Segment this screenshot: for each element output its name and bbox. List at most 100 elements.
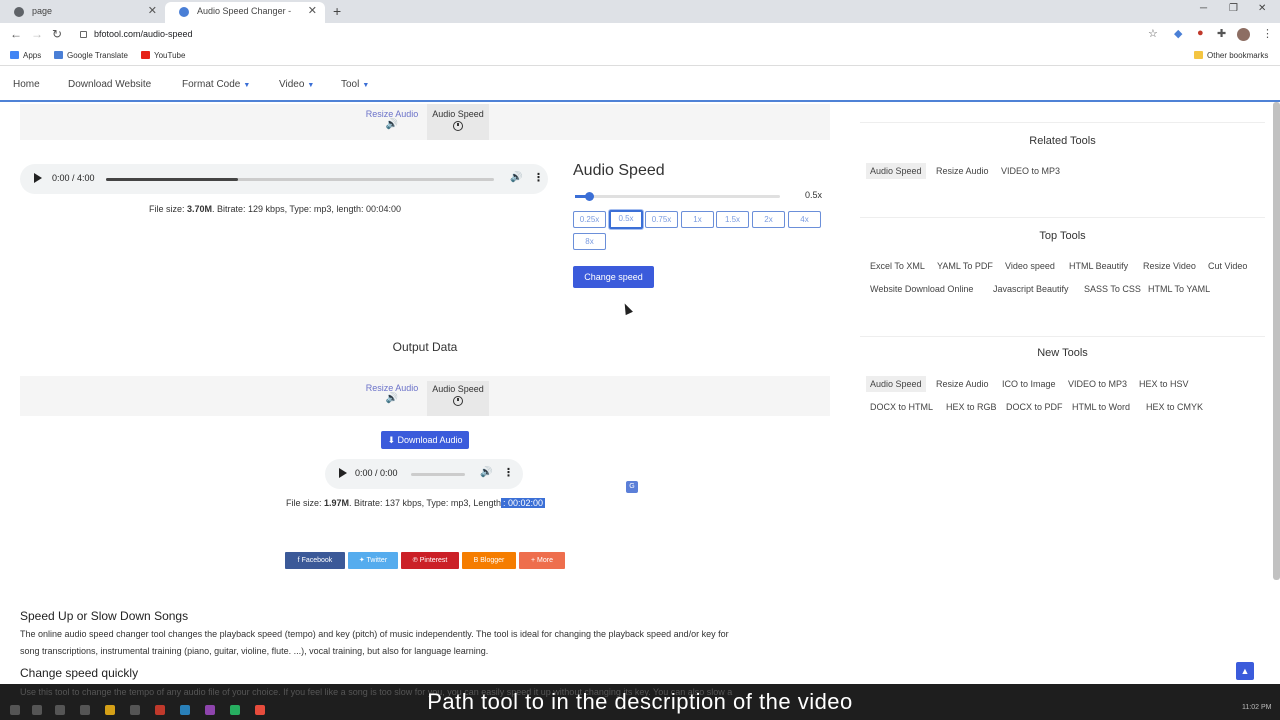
back-icon[interactable]: ← — [10, 27, 22, 41]
audio-speed-tab[interactable]: Audio Speed — [427, 381, 489, 416]
audio-speed-tab[interactable]: Audio Speed — [427, 104, 489, 140]
output-tool-switcher: Resize Audio 🔊 Audio Speed — [20, 376, 830, 416]
volume-icon: 🔊 — [385, 119, 399, 130]
play-icon[interactable] — [339, 468, 347, 478]
twitter-icon: ✦ — [358, 557, 367, 564]
new-tool-chip[interactable]: HEX to HSV — [1135, 376, 1193, 392]
volume-icon[interactable]: 🔊 — [510, 172, 522, 183]
top-tool-chip[interactable]: Video speed — [1001, 258, 1059, 274]
speed-slider[interactable] — [575, 192, 780, 201]
new-tool-chip[interactable]: ICO to Image — [998, 376, 1060, 392]
more-options-icon[interactable]: ⋮ — [533, 171, 544, 184]
translate-extension-icon[interactable]: ◆ — [1174, 27, 1182, 40]
new-tool-chip[interactable]: Resize Audio — [932, 376, 993, 392]
top-tool-chip[interactable]: Website Download Online — [866, 281, 977, 297]
top-tool-chip[interactable]: YAML To PDF — [933, 258, 997, 274]
nav-download-website[interactable]: Download Website — [68, 79, 151, 90]
speed-option-8x[interactable]: 8x — [573, 233, 606, 250]
new-tools-title: New Tools — [1037, 347, 1088, 359]
nav-tool[interactable]: Tool ▼ — [341, 79, 369, 90]
speed-option-0-75x[interactable]: 0.75x — [645, 211, 678, 228]
other-bookmarks[interactable]: Other bookmarks — [1194, 51, 1268, 60]
top-tool-chip[interactable]: Cut Video — [1204, 258, 1251, 274]
close-tab-icon[interactable]: ✕ — [148, 2, 157, 21]
speed-option-4x[interactable]: 4x — [788, 211, 821, 228]
new-tool-chip[interactable]: HEX to RGB — [942, 399, 1001, 415]
share-facebook-button[interactable]: f Facebook — [285, 552, 345, 569]
share-pinterest-button[interactable]: ℗ Pinterest — [401, 552, 459, 569]
output-file-info: File size: 1.97M. Bitrate: 137 kbps, Typ… — [286, 498, 546, 508]
top-tool-chip[interactable]: Resize Video — [1139, 258, 1200, 274]
browser-tab-page[interactable]: page ✕ — [0, 2, 165, 23]
seek-bar[interactable] — [106, 178, 494, 181]
reload-icon[interactable]: ↻ — [52, 27, 62, 41]
top-tool-chip[interactable]: HTML Beautify — [1065, 258, 1132, 274]
new-tool-chip[interactable]: VIDEO to MP3 — [1064, 376, 1131, 392]
page-scrollbar[interactable] — [1273, 102, 1280, 580]
bookmark-google-translate[interactable]: Google Translate — [54, 51, 128, 60]
seek-bar[interactable] — [411, 473, 465, 476]
related-tool-chip[interactable]: VIDEO to MP3 — [997, 163, 1064, 179]
extension-icon[interactable]: ● — [1197, 27, 1204, 39]
speed-option-0-25x[interactable]: 0.25x — [573, 211, 606, 228]
speed-option-0-5x[interactable]: 0.5x — [609, 210, 643, 229]
scroll-to-top-button[interactable]: ▲ — [1236, 662, 1254, 680]
url-field[interactable]: bfotool.com/audio-speed — [76, 26, 1166, 43]
input-audio-player[interactable]: 0:00 / 4:00 🔊 ⋮ — [20, 164, 548, 194]
nav-format-code[interactable]: Format Code ▼ — [182, 79, 250, 90]
close-tab-icon[interactable]: ✕ — [308, 2, 317, 21]
minimize-icon[interactable]: ─ — [1200, 3, 1207, 14]
output-audio-player[interactable]: 0:00 / 0:00 🔊 ⋮ — [325, 459, 523, 489]
new-tool-chip[interactable]: DOCX to PDF — [1002, 399, 1067, 415]
play-icon[interactable] — [34, 173, 42, 183]
seek-progress — [106, 178, 238, 181]
resize-audio-tab[interactable]: Resize Audio 🔊 — [361, 381, 423, 415]
bookmark-apps[interactable]: Apps — [10, 51, 41, 60]
extensions-puzzle-icon[interactable]: ✚ — [1217, 27, 1226, 40]
related-tool-chip[interactable]: Resize Audio — [932, 163, 993, 179]
top-tool-chip[interactable]: Javascript Beautify — [989, 281, 1073, 297]
share-twitter-button[interactable]: ✦ Twitter — [348, 552, 398, 569]
profile-avatar[interactable] — [1237, 28, 1250, 41]
more-options-icon[interactable]: ⋮ — [503, 466, 514, 479]
new-tab-icon[interactable]: + — [333, 3, 341, 19]
bookmark-star-icon[interactable]: ☆ — [1148, 27, 1158, 40]
nav-home[interactable]: Home — [13, 79, 40, 90]
bookmarks-bar: Apps Google Translate YouTube Other book… — [0, 46, 1280, 66]
volume-icon[interactable]: 🔊 — [480, 467, 492, 478]
translate-popup-icon[interactable]: G — [626, 481, 638, 493]
bookmark-youtube[interactable]: YouTube — [141, 51, 185, 60]
browser-tab-audio-speed[interactable]: Audio Speed Changer - Speed U ✕ — [165, 2, 325, 35]
browser-menu-icon[interactable]: ⋮ — [1262, 27, 1273, 40]
input-panel: Resize Audio 🔊 Audio Speed 0:00 / 4:00 🔊… — [10, 104, 840, 310]
caret-down-icon: ▼ — [243, 82, 251, 89]
new-tool-chip[interactable]: HEX to CMYK — [1142, 399, 1207, 415]
top-tool-chip[interactable]: Excel To XML — [866, 258, 929, 274]
speed-option-1-5x[interactable]: 1.5x — [716, 211, 749, 228]
share-more-button[interactable]: + More — [519, 552, 565, 569]
nav-video[interactable]: Video ▼ — [279, 79, 314, 90]
player-time: 0:00 / 4:00 — [52, 173, 95, 183]
output-panel: Output Data Resize Audio 🔊 Audio Speed ⬇… — [10, 330, 840, 530]
forward-icon[interactable]: → — [31, 27, 43, 41]
top-tool-chip[interactable]: SASS To CSS — [1080, 281, 1145, 297]
top-tool-chip[interactable]: HTML To YAML — [1144, 281, 1214, 297]
speed-value: 0.5x — [805, 190, 823, 200]
new-tool-chip[interactable]: Audio Speed — [866, 376, 926, 392]
top-tools-box: Top Tools Excel To XML YAML To PDF Video… — [860, 217, 1265, 313]
close-window-icon[interactable]: ✕ — [1258, 3, 1266, 14]
speed-option-2x[interactable]: 2x — [752, 211, 785, 228]
speed-option-1x[interactable]: 1x — [681, 211, 714, 228]
new-tool-chip[interactable]: HTML to Word — [1068, 399, 1134, 415]
top-tools-title: Top Tools — [1039, 230, 1086, 242]
change-speed-button[interactable]: Change speed — [573, 266, 654, 288]
new-tool-chip[interactable]: DOCX to HTML — [866, 399, 937, 415]
article-heading-speed-up: Speed Up or Slow Down Songs — [20, 609, 189, 623]
resize-audio-tab[interactable]: Resize Audio 🔊 — [361, 107, 423, 140]
share-blogger-button[interactable]: B Blogger — [462, 552, 516, 569]
site-navigation: Home Download Website Format Code ▼ Video… — [0, 68, 1280, 102]
restore-icon[interactable]: ❐ — [1229, 3, 1238, 14]
download-audio-button[interactable]: ⬇ Download Audio — [381, 431, 469, 449]
related-tool-chip[interactable]: Audio Speed — [866, 163, 926, 179]
apps-grid-icon — [10, 51, 19, 59]
